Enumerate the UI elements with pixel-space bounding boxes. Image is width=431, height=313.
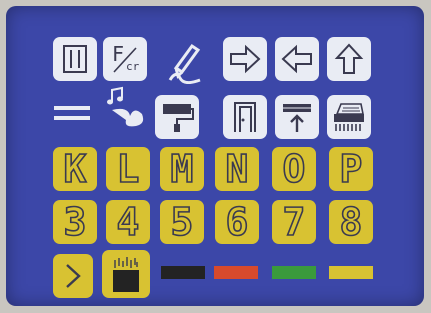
chevron-right-icon bbox=[66, 264, 81, 288]
font-label-sub: cr bbox=[126, 60, 140, 73]
color-swatch-green[interactable] bbox=[272, 266, 316, 279]
key-digit-label: 3 bbox=[63, 200, 87, 244]
arrow-right-icon bbox=[230, 44, 261, 74]
color-swatch-red[interactable] bbox=[214, 266, 258, 279]
key-digit-label: 5 bbox=[170, 200, 194, 244]
key-digit-label: 7 bbox=[282, 200, 306, 244]
printer-icon bbox=[334, 103, 364, 131]
arrow-up-icon bbox=[334, 43, 364, 74]
key-letter[interactable]: K bbox=[53, 147, 97, 191]
arrow-left-button[interactable] bbox=[275, 37, 319, 81]
key-letter[interactable]: P bbox=[329, 147, 373, 191]
next-button[interactable] bbox=[53, 254, 93, 298]
touch-screen: F cr K L M N O P 3 4 5 6 7 8 bbox=[6, 6, 424, 306]
list-icon bbox=[63, 45, 87, 73]
upload-tray-icon bbox=[283, 104, 311, 132]
key-letter[interactable]: L bbox=[106, 147, 150, 191]
color-swatch-black[interactable] bbox=[161, 266, 205, 279]
font-button[interactable]: F cr bbox=[103, 37, 147, 81]
arrow-left-icon bbox=[281, 44, 312, 74]
key-digit-label: 8 bbox=[339, 200, 363, 244]
key-letter[interactable]: N bbox=[215, 147, 259, 191]
key-digit-label: 4 bbox=[116, 200, 140, 244]
equals-icon bbox=[54, 106, 90, 120]
arrow-right-button[interactable] bbox=[223, 37, 267, 81]
key-letter[interactable]: O bbox=[272, 147, 316, 191]
arrow-up-button[interactable] bbox=[327, 37, 371, 81]
key-digit[interactable]: 8 bbox=[329, 200, 373, 244]
music-note-icon bbox=[107, 86, 144, 127]
key-letter-label: N bbox=[225, 147, 249, 191]
pen-icon bbox=[168, 43, 201, 84]
fill-bucket-icon bbox=[113, 257, 139, 292]
key-letter-label: O bbox=[282, 147, 306, 191]
printer-button[interactable] bbox=[327, 95, 371, 139]
color-swatch-yellow[interactable] bbox=[329, 266, 373, 279]
key-digit[interactable]: 4 bbox=[106, 200, 150, 244]
paint-roller-icon bbox=[163, 104, 194, 132]
paint-roller-button[interactable] bbox=[155, 95, 199, 139]
door-icon bbox=[234, 102, 256, 132]
key-digit-label: 6 bbox=[225, 200, 249, 244]
key-letter-label: P bbox=[339, 147, 363, 191]
key-letter-label: K bbox=[63, 147, 87, 191]
key-digit[interactable]: 7 bbox=[272, 200, 316, 244]
key-letter[interactable]: M bbox=[160, 147, 204, 191]
pen-button[interactable] bbox=[166, 40, 202, 84]
upload-tray-button[interactable] bbox=[275, 95, 319, 139]
key-digit[interactable]: 6 bbox=[215, 200, 259, 244]
door-button[interactable] bbox=[223, 95, 267, 139]
equals-button[interactable] bbox=[52, 102, 92, 126]
fill-button[interactable] bbox=[102, 250, 150, 298]
key-digit[interactable]: 5 bbox=[160, 200, 204, 244]
music-button[interactable] bbox=[106, 84, 148, 130]
font-cr-icon: F cr bbox=[108, 42, 142, 76]
key-letter-label: M bbox=[170, 147, 194, 191]
list-button[interactable] bbox=[53, 37, 97, 81]
key-digit[interactable]: 3 bbox=[53, 200, 97, 244]
key-letter-label: L bbox=[116, 147, 140, 191]
